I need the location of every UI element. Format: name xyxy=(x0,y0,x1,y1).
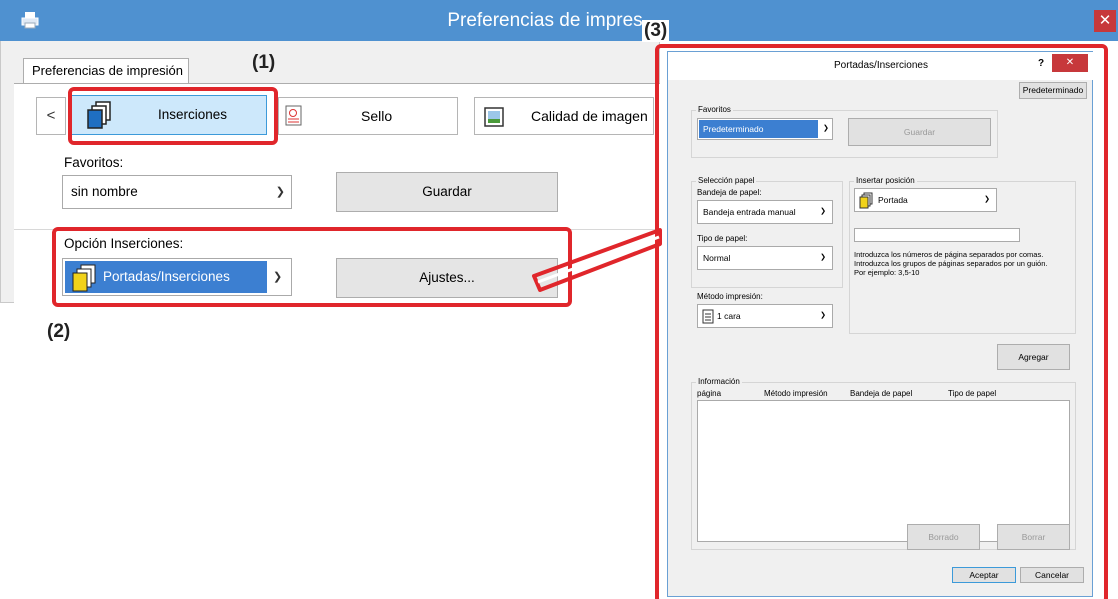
print-method-select[interactable]: 1 cara ❯ xyxy=(697,304,833,328)
col-header-paper-type: Tipo de papel xyxy=(948,389,997,398)
add-button[interactable]: Agregar xyxy=(997,344,1070,370)
insert-help-line3: Por ejemplo: 3,5-10 xyxy=(854,268,920,277)
chevron-down-icon: ❯ xyxy=(820,254,826,261)
chevron-down-icon: ❯ xyxy=(984,196,990,203)
insert-position-select[interactable]: Portada ❯ xyxy=(854,188,997,212)
col-header-page: página xyxy=(697,389,722,398)
paper-type-select[interactable]: Normal ❯ xyxy=(697,246,833,270)
information-list[interactable] xyxy=(697,400,1070,542)
col-header-paper-tray: Bandeja de papel xyxy=(850,389,913,398)
paper-type-label: Tipo de papel: xyxy=(697,234,748,243)
dialog-close-button[interactable]: ✕ xyxy=(1052,54,1088,72)
paper-tray-select[interactable]: Bandeja entrada manual ❯ xyxy=(697,200,833,224)
paper-type-value: Normal xyxy=(703,253,731,263)
cover-page-icon xyxy=(859,192,873,209)
dialog-favorites-select[interactable]: Predeterminado ❯ xyxy=(697,118,833,140)
print-method-value: 1 cara xyxy=(717,311,741,321)
chevron-down-icon: ❯ xyxy=(823,125,829,132)
information-label: Información xyxy=(696,377,742,386)
clear-button[interactable]: Borrado xyxy=(907,524,980,550)
screenshot-stage: Preferencias de impres ✕ Preferencias de… xyxy=(0,0,1118,599)
insert-position-label: Insertar posición xyxy=(854,176,917,185)
default-button[interactable]: Predeterminado xyxy=(1019,82,1087,99)
delete-button[interactable]: Borrar xyxy=(997,524,1070,550)
chevron-down-icon: ❯ xyxy=(820,312,826,319)
paper-selection-label: Selección papel xyxy=(696,176,757,185)
single-sided-icon xyxy=(702,309,714,324)
cancel-button[interactable]: Cancelar xyxy=(1020,567,1084,583)
insert-position-value: Portada xyxy=(878,195,908,205)
dialog-help-button[interactable]: ? xyxy=(1038,58,1044,69)
print-method-label: Método impresión: xyxy=(697,292,763,301)
paper-tray-label: Bandeja de papel: xyxy=(697,188,762,197)
ok-button[interactable]: Aceptar xyxy=(952,567,1016,583)
dialog-favorites-value: Predeterminado xyxy=(699,120,818,138)
insert-help-line2: Introduzca los grupos de páginas separad… xyxy=(854,259,1048,268)
chevron-down-icon: ❯ xyxy=(820,208,826,215)
page-numbers-input[interactable] xyxy=(854,228,1020,242)
insert-help-line1: Introduzca los números de página separad… xyxy=(854,250,1044,259)
dialog-save-button[interactable]: Guardar xyxy=(848,118,991,146)
col-header-print-method: Método impresión xyxy=(764,389,828,398)
paper-tray-value: Bandeja entrada manual xyxy=(703,207,796,217)
covers-inserts-dialog: Portadas/Inserciones ? ✕ Predeterminado … xyxy=(667,51,1094,597)
dialog-favorites-label: Favoritos xyxy=(696,105,733,114)
dialog-title: Portadas/Inserciones xyxy=(834,60,928,71)
